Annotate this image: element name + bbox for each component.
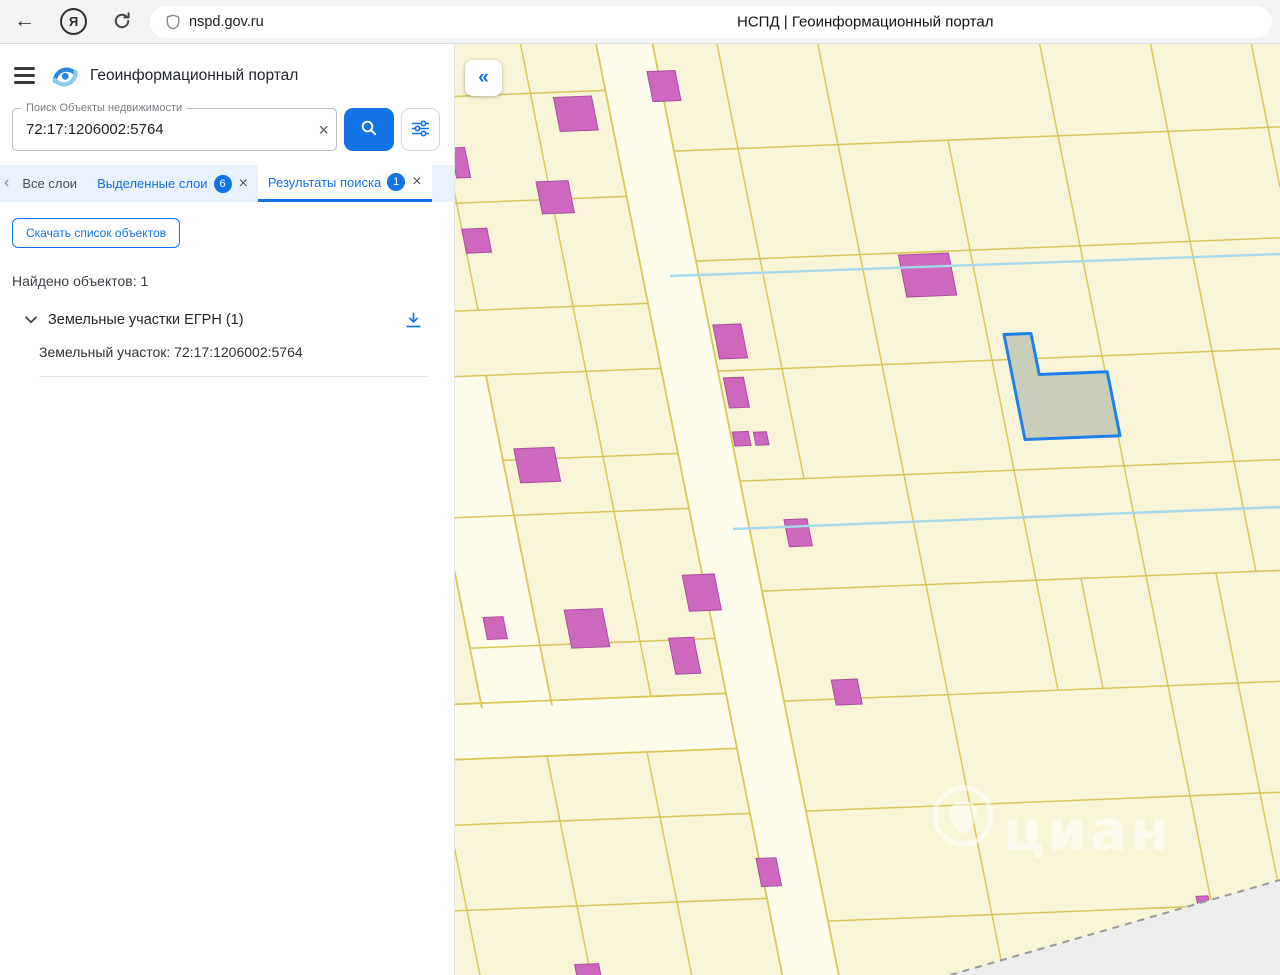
search-input[interactable] [13, 109, 302, 150]
building [897, 252, 958, 298]
search-button[interactable] [344, 108, 394, 151]
building [513, 446, 562, 484]
close-search-results-icon[interactable]: × [412, 174, 421, 190]
download-group-icon[interactable] [405, 312, 422, 329]
back-icon[interactable]: ← [14, 9, 35, 33]
building [535, 180, 576, 215]
layers-tabs: ‹ Все слои Выделенные слои 6 × Результат… [0, 165, 454, 202]
filter-button[interactable] [401, 108, 440, 151]
building [830, 678, 863, 706]
result-list-item[interactable]: Земельный участок: 72:17:1206002:5764 [39, 344, 428, 377]
map-container: циан « [455, 44, 1280, 975]
tab-search-results[interactable]: Результаты поиска 1 × [257, 165, 432, 202]
yandex-icon[interactable]: Я [60, 8, 87, 35]
app-logo-icon [50, 61, 80, 91]
building [461, 227, 493, 254]
results-panel: Скачать список объектов Найдено объектов… [0, 202, 454, 377]
building [563, 608, 611, 649]
building [574, 963, 604, 975]
building [783, 518, 814, 548]
search-results-count-badge: 1 [387, 173, 406, 191]
building [552, 95, 599, 133]
sidebar-header: Геоинформационный портал [0, 44, 454, 92]
clear-search-icon[interactable]: × [318, 121, 329, 139]
tab-all-layers-label: Все слои [22, 176, 78, 191]
sidebar: Геоинформационный портал Поиск Объекты н… [0, 44, 455, 975]
tab-selected-layers-label: Выделенные слои [97, 176, 208, 191]
browser-topbar: ← Я nspd.gov.ru НСПД | Геоинформационный… [0, 0, 1280, 44]
result-group-row[interactable]: Земельные участки ЕГРН (1) [12, 311, 440, 329]
tab-search-results-label: Результаты поиска [267, 174, 382, 190]
building [646, 69, 682, 103]
result-group-title: Земельные участки ЕГРН (1) [48, 312, 244, 328]
search-box: Поиск Объекты недвижимости × [12, 102, 337, 151]
tabs-scroll-left-icon[interactable]: ‹ [0, 174, 12, 194]
chevron-down-icon[interactable] [25, 311, 37, 329]
watermark-text: циан [1003, 799, 1172, 864]
url-text: nspd.gov.ru [189, 14, 264, 30]
address-bar[interactable]: nspd.gov.ru НСПД | Геоинформационный пор… [150, 6, 1272, 38]
building [482, 616, 509, 640]
tab-selected-layers[interactable]: Выделенные слои 6 × [87, 165, 258, 202]
tab-all-layers[interactable]: Все слои [12, 165, 87, 202]
building [681, 573, 723, 612]
download-object-list-button[interactable]: Скачать список объектов [12, 218, 181, 248]
shield-icon [166, 14, 180, 30]
app-title: Геоинформационный портал [90, 66, 299, 84]
page-title: НСПД | Геоинформационный портал [737, 13, 994, 31]
collapse-sidebar-button[interactable]: « [465, 60, 502, 96]
selected-layers-count-badge: 6 [213, 174, 232, 193]
tune-icon [411, 119, 430, 140]
menu-icon[interactable] [14, 67, 35, 84]
search-row: Поиск Объекты недвижимости × [12, 102, 440, 151]
found-objects-count: Найдено объектов: 1 [12, 273, 149, 289]
building [731, 430, 752, 447]
map-canvas[interactable]: циан [455, 44, 1280, 975]
building [752, 431, 770, 446]
close-selected-layers-icon[interactable]: × [239, 175, 248, 192]
magnifier-icon [360, 119, 378, 140]
reload-icon[interactable] [112, 11, 132, 36]
